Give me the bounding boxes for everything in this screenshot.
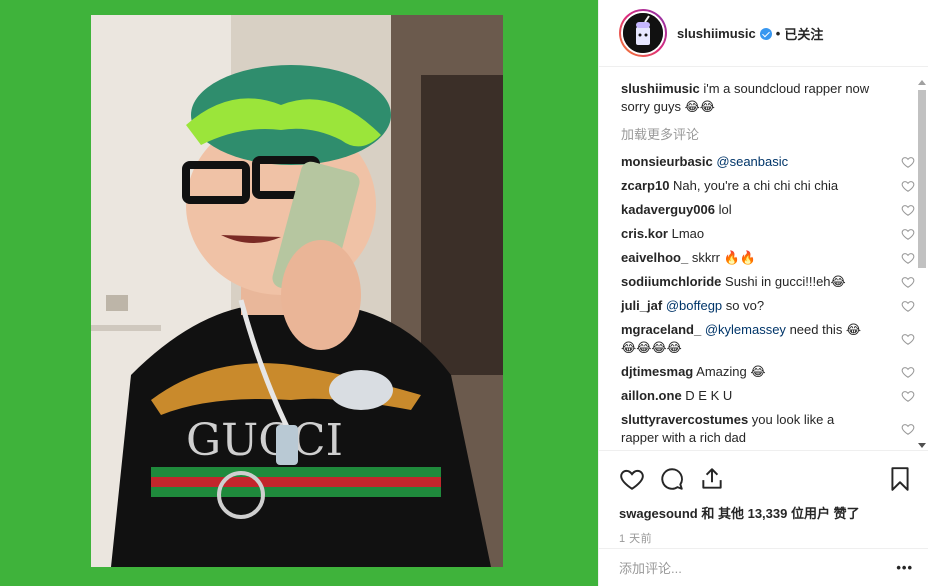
- header-username[interactable]: slushiimusic: [677, 26, 756, 41]
- media-area: GUCCI: [0, 0, 598, 586]
- comment-item: zcarp10 Nah, you're a chi chi chi chia: [621, 177, 915, 195]
- comment-item: kadaverguy006 lol: [621, 201, 915, 219]
- comment-mention[interactable]: @kylemassey: [705, 322, 786, 337]
- comment-username[interactable]: djtimesmag: [621, 364, 693, 379]
- comments-list: slushiimusic i'm a soundcloud rapper now…: [599, 68, 915, 450]
- post-timestamp[interactable]: 1 天前: [619, 530, 913, 546]
- comments-scrollbar[interactable]: [918, 80, 926, 448]
- heart-icon[interactable]: [901, 227, 915, 241]
- load-more-comments[interactable]: 加载更多评论: [621, 124, 915, 143]
- comment-username[interactable]: sodiiumchloride: [621, 274, 721, 289]
- likes-text: 和 其他 13,339 位用户 赞了: [701, 506, 860, 521]
- heart-icon[interactable]: [901, 332, 915, 346]
- comment-item: sodiiumchloride Sushi in gucci!!!eh😂: [621, 273, 915, 291]
- bookmark-icon[interactable]: [887, 466, 913, 492]
- comment-item: aillon.one D E K U: [621, 387, 915, 405]
- comment-username[interactable]: zcarp10: [621, 178, 669, 193]
- add-comment-bar: 添加评论... •••: [599, 548, 928, 586]
- comment-text: Amazing 😂: [696, 364, 766, 379]
- svg-text:GUCCI: GUCCI: [186, 415, 343, 466]
- comment-username[interactable]: sluttyravercostumes: [621, 412, 748, 427]
- heart-icon[interactable]: [901, 389, 915, 403]
- comment-text: skkrr 🔥🔥: [691, 250, 756, 265]
- scroll-up-arrow-icon[interactable]: [918, 80, 926, 85]
- likes-user[interactable]: swagesound: [619, 506, 698, 521]
- comment-username[interactable]: aillon.one: [621, 388, 682, 403]
- post-caption: slushiimusic i'm a soundcloud rapper now…: [621, 80, 891, 116]
- comment-text: Nah, you're a chi chi chi chia: [673, 178, 839, 193]
- comment-username[interactable]: juli_jaf: [621, 298, 662, 313]
- avatar-image: [621, 11, 665, 55]
- comment-item: monsieurbasic @seanbasic: [621, 153, 915, 171]
- scroll-thumb[interactable]: [918, 90, 926, 268]
- heart-icon[interactable]: [619, 466, 645, 492]
- comment-text: D E K U: [685, 388, 733, 403]
- heart-icon[interactable]: [901, 299, 915, 313]
- post-actions: swagesound 和 其他 13,339 位用户 赞了 1 天前: [599, 450, 928, 546]
- comment-username[interactable]: cris.kor: [621, 226, 668, 241]
- comment-username[interactable]: eaivelhoo_: [621, 250, 688, 265]
- comment-item: mgraceland_ @kylemassey need this 😂😂😂😂😂: [621, 321, 915, 357]
- follow-button[interactable]: 已关注: [784, 24, 823, 43]
- verified-badge-icon: [759, 28, 772, 40]
- comment-item: djtimesmag Amazing 😂: [621, 363, 915, 381]
- comment-item: cris.kor Lmao: [621, 225, 915, 243]
- comment-item: eaivelhoo_ skkrr 🔥🔥: [621, 249, 915, 267]
- comment-mention[interactable]: @seanbasic: [716, 154, 788, 169]
- scroll-down-arrow-icon[interactable]: [918, 443, 926, 448]
- comment-text: lol: [718, 202, 732, 217]
- heart-icon[interactable]: [901, 365, 915, 379]
- instagram-post-modal: GUCCI slushiimusic • 已关注 slushiimusic i'…: [0, 0, 928, 586]
- comment-item: juli_jaf @boffegp so vo?: [621, 297, 915, 315]
- heart-icon[interactable]: [901, 275, 915, 289]
- avatar[interactable]: [619, 9, 667, 57]
- likes-count[interactable]: swagesound 和 其他 13,339 位用户 赞了: [619, 503, 913, 522]
- heart-icon[interactable]: [901, 155, 915, 169]
- comment-username[interactable]: monsieurbasic: [621, 154, 713, 169]
- comment-text: Sushi in gucci!!!eh😂: [725, 274, 846, 289]
- comment-username[interactable]: kadaverguy006: [621, 202, 715, 217]
- post-photo[interactable]: GUCCI: [91, 15, 503, 567]
- caption-username[interactable]: slushiimusic: [621, 81, 700, 96]
- heart-icon[interactable]: [901, 179, 915, 193]
- comment-text: Lmao: [671, 226, 705, 241]
- more-options-icon[interactable]: •••: [896, 560, 913, 575]
- heart-icon[interactable]: [901, 203, 915, 217]
- comment-text: so vo?: [725, 298, 765, 313]
- header-separator: •: [775, 25, 781, 41]
- heart-icon[interactable]: [901, 251, 915, 265]
- share-icon[interactable]: [699, 466, 725, 492]
- comment-icon[interactable]: [659, 466, 685, 492]
- comment-input[interactable]: 添加评论...: [619, 558, 896, 577]
- comment-username[interactable]: mgraceland_: [621, 322, 701, 337]
- comment-item: sluttyravercostumes you look like a rapp…: [621, 411, 915, 447]
- heart-icon[interactable]: [901, 422, 915, 436]
- comments-panel: slushiimusic • 已关注 slushiimusic i'm a so…: [598, 0, 928, 586]
- comment-mention[interactable]: @boffegp: [666, 298, 722, 313]
- post-header: slushiimusic • 已关注: [599, 0, 928, 67]
